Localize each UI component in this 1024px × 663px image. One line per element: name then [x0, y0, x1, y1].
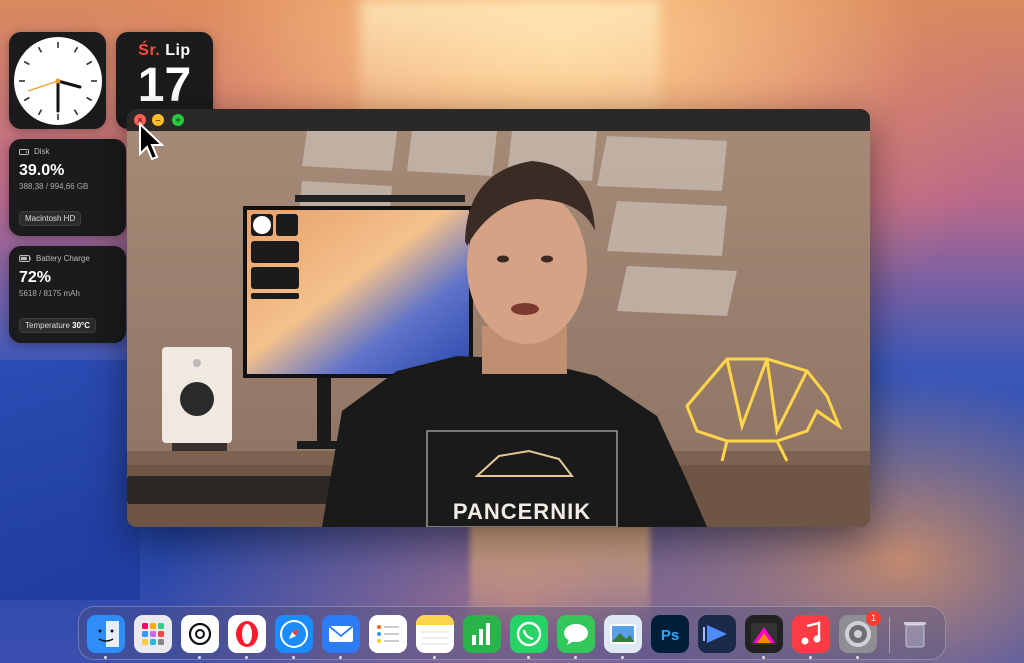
disk-percent: 39.0%	[19, 162, 65, 179]
dock-finder-icon[interactable]	[87, 615, 125, 653]
dock-trash-icon[interactable]	[896, 615, 934, 653]
battery-widget[interactable]: Battery Charge 72% 5618 / 8175 mAh Tempe…	[9, 246, 126, 343]
running-indicator	[292, 656, 295, 659]
running-indicator	[339, 656, 342, 659]
dock-system-settings-icon[interactable]: 1	[839, 611, 881, 653]
battery-widget-header: Battery Charge	[19, 254, 116, 263]
disk-widget[interactable]: Disk 39.0% 388,38 / 994,66 GB Macintosh …	[9, 139, 126, 236]
disk-label: Disk	[34, 147, 50, 156]
window-titlebar[interactable]: × – +	[127, 109, 870, 131]
wallpaper-band	[0, 360, 140, 600]
dock-safari-icon[interactable]	[275, 615, 313, 653]
temperature-label: Temperature	[25, 321, 70, 330]
calendar-month: Lip	[165, 42, 191, 59]
running-indicator	[856, 656, 859, 659]
zoom-button[interactable]: +	[172, 114, 184, 126]
dock: Ps 1	[78, 606, 946, 660]
running-indicator	[527, 656, 530, 659]
notification-badge: 1	[866, 611, 881, 626]
clock-face	[13, 36, 102, 125]
disk-usage: 388,38 / 994,66 GB	[19, 182, 89, 191]
battery-percent: 72%	[19, 269, 52, 286]
shirt-text: PANCERNIK	[453, 499, 591, 524]
dock-reminders-icon[interactable]	[369, 615, 407, 653]
video-frame: PANCERNIK	[127, 131, 870, 527]
dock-opera-icon[interactable]	[228, 615, 266, 653]
dock-preview-icon[interactable]	[604, 615, 642, 653]
calendar-date: 17	[137, 59, 192, 112]
running-indicator	[809, 656, 812, 659]
dock-whatsapp-icon[interactable]	[510, 615, 548, 653]
disk-icon	[19, 148, 29, 155]
dock-photoshop-icon[interactable]: Ps	[651, 615, 689, 653]
disk-widget-header: Disk	[19, 147, 116, 156]
dock-chatgpt-icon[interactable]	[181, 615, 219, 653]
battery-icon	[19, 255, 31, 262]
running-indicator	[762, 656, 765, 659]
battery-label: Battery Charge	[36, 254, 90, 263]
dock-numbers-icon[interactable]	[463, 615, 501, 653]
battery-capacity: 5618 / 8175 mAh	[19, 289, 80, 298]
clock-widget[interactable]	[9, 32, 106, 129]
running-indicator	[621, 656, 624, 659]
mouse-cursor-icon	[139, 122, 164, 161]
running-indicator	[574, 656, 577, 659]
dock-mail-icon[interactable]	[322, 615, 360, 653]
running-indicator	[104, 656, 107, 659]
calendar-weekday: Śr.	[138, 42, 161, 59]
dock-music-icon[interactable]	[792, 615, 830, 653]
dock-launchpad-icon[interactable]	[134, 615, 172, 653]
clock-icon	[18, 41, 97, 120]
battery-temperature: Temperature 30°C	[19, 318, 97, 333]
disk-volume: Macintosh HD	[19, 211, 82, 226]
dock-separator	[889, 617, 890, 653]
dock-messages-icon[interactable]	[557, 615, 595, 653]
video-content[interactable]: PANCERNIK	[127, 131, 870, 527]
dock-final-cut-icon[interactable]	[745, 615, 783, 653]
running-indicator	[198, 656, 201, 659]
temperature-value: 30°C	[72, 321, 91, 330]
running-indicator	[245, 656, 248, 659]
dock-notes-icon[interactable]	[416, 615, 454, 653]
svg-text:Ps: Ps	[661, 627, 679, 644]
zoom-icon: +	[175, 115, 181, 125]
running-indicator	[433, 656, 436, 659]
dock-screencast-icon[interactable]	[698, 615, 736, 653]
video-window[interactable]: × – + PANCERNIK	[127, 109, 870, 527]
